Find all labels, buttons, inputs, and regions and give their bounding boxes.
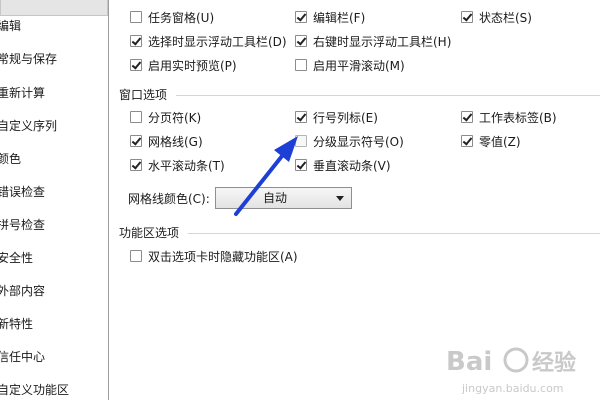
baidu-watermark: Bai 经验 jingyan.baidu.com <box>446 347 576 395</box>
grid-color-label: 网格线颜色(C): <box>128 192 210 206</box>
sidebar-item-selected[interactable] <box>0 0 108 16</box>
sidebar-item-general-save[interactable]: 常规与保存 <box>0 48 108 70</box>
status-bar-checkbox[interactable] <box>461 11 473 23</box>
hide-ribbon-checkbox[interactable] <box>130 250 142 262</box>
row-col-headers-checkbox[interactable] <box>295 111 307 123</box>
gridlines-checkbox[interactable] <box>130 135 142 147</box>
page-break-checkbox[interactable] <box>130 111 142 123</box>
sidebar-item-custom-lists[interactable]: 自定义序列 <box>0 115 108 137</box>
h-scroll-checkbox[interactable] <box>130 159 142 171</box>
watermark-brand: Bai <box>446 347 492 377</box>
grid-color-dropdown[interactable]: 自动 <box>215 187 352 209</box>
paw-icon <box>503 347 529 373</box>
sidebar-item-new-features[interactable]: 新特性 <box>0 313 108 335</box>
window-options-title: 窗口选项 <box>119 88 168 102</box>
edit-bar-checkbox[interactable] <box>295 11 307 23</box>
sidebar-item-custom-ribbon[interactable]: 自定义功能区 <box>0 379 108 400</box>
grid-color-value: 自动 <box>263 191 288 205</box>
float-toolbar-select-checkbox[interactable] <box>130 35 142 47</box>
chevron-down-icon <box>336 196 344 201</box>
ribbon-options-title: 功能区选项 <box>119 226 180 240</box>
options-sidebar: 编辑 常规与保存 重新计算 自定义序列 颜色 错误检查 拼号检查 安全性 外部内… <box>0 0 109 400</box>
sheet-tabs-checkbox[interactable] <box>461 111 473 123</box>
sidebar-item-edit[interactable]: 编辑 <box>0 15 108 37</box>
outline-symbols-checkbox[interactable] <box>295 135 307 147</box>
sidebar-item-recalc[interactable]: 重新计算 <box>0 82 108 104</box>
sidebar-item-error-check[interactable]: 错误检查 <box>0 181 108 203</box>
ribbon-options-divider <box>188 233 600 234</box>
sidebar-item-spell-check[interactable]: 拼号检查 <box>0 214 108 236</box>
zero-values-checkbox[interactable] <box>461 135 473 147</box>
watermark-brand-cn: 经验 <box>532 350 576 376</box>
watermark-url: jingyan.baidu.com <box>461 382 564 395</box>
window-options-divider <box>176 95 600 96</box>
live-preview-checkbox[interactable] <box>130 59 142 71</box>
v-scroll-checkbox[interactable] <box>295 159 307 171</box>
sidebar-item-color[interactable]: 颜色 <box>0 148 108 170</box>
smooth-scroll-checkbox[interactable] <box>295 59 307 71</box>
sidebar-item-trust-center[interactable]: 信任中心 <box>0 346 108 368</box>
sidebar-item-security[interactable]: 安全性 <box>0 247 108 269</box>
sidebar-item-external-content[interactable]: 外部内容 <box>0 280 108 302</box>
float-toolbar-rightclick-checkbox[interactable] <box>295 35 307 47</box>
task-pane-checkbox[interactable] <box>130 11 142 23</box>
